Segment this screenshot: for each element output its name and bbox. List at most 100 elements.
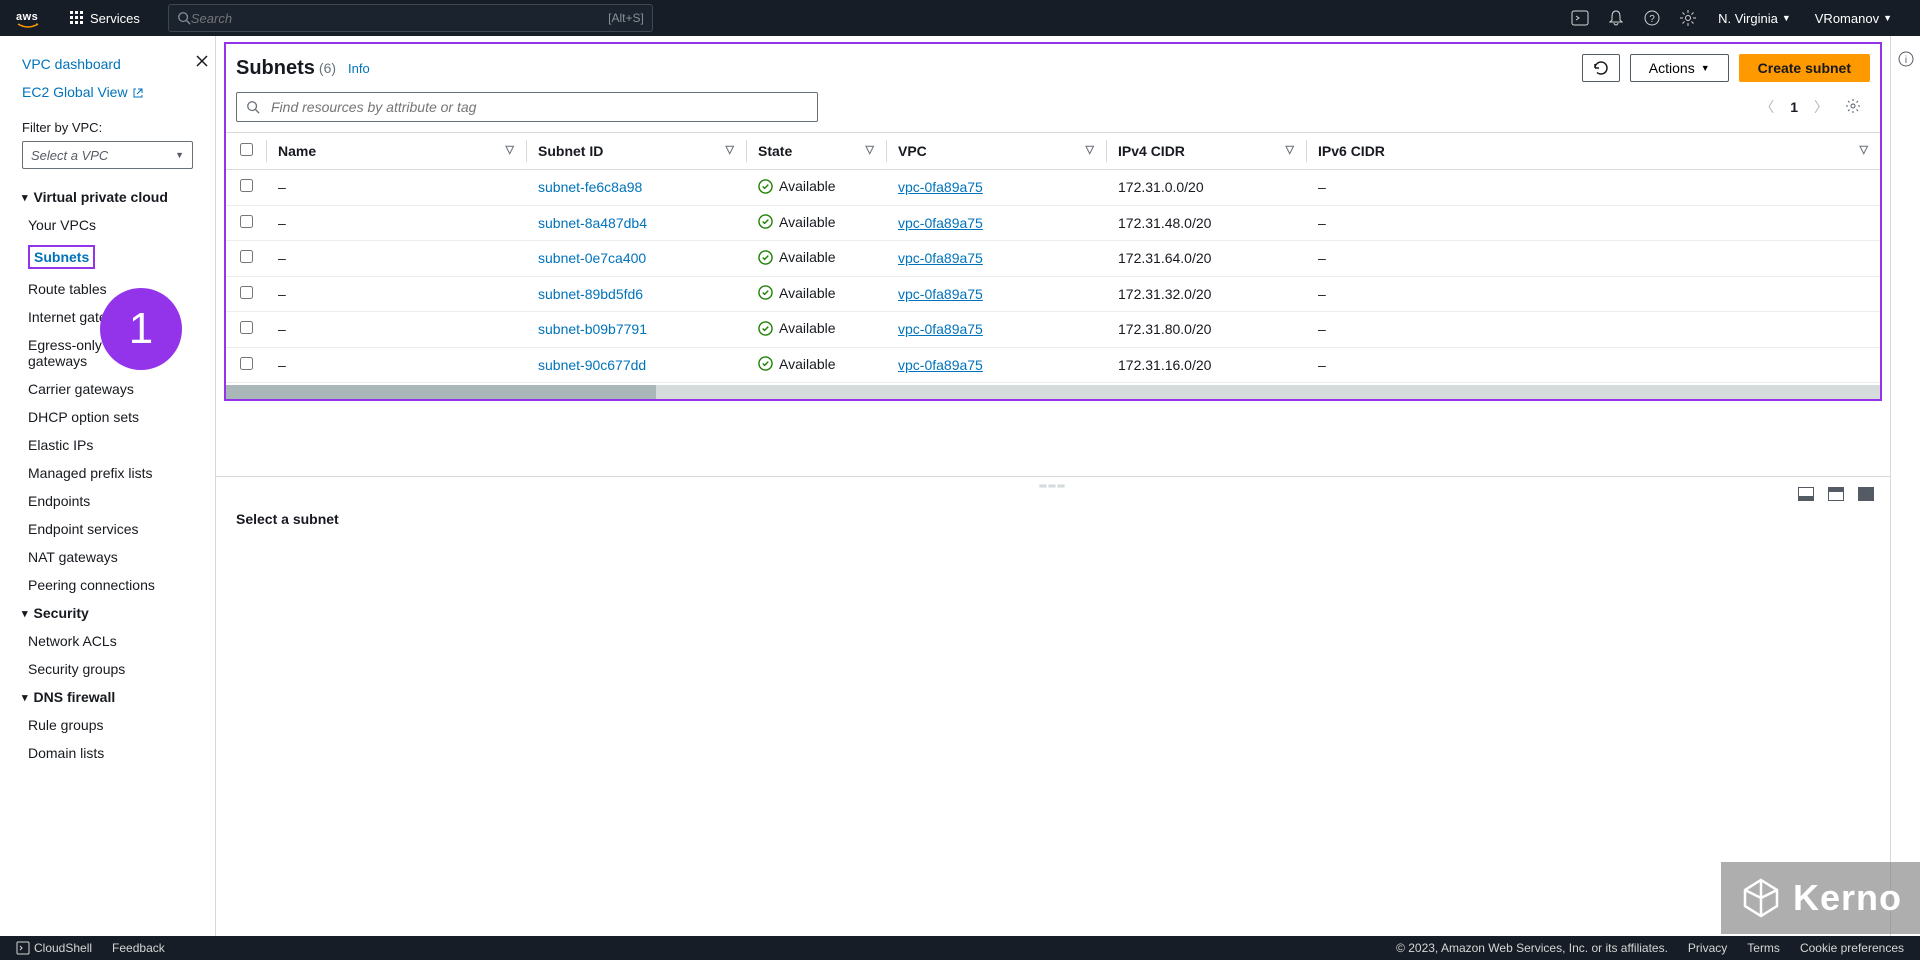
subnet-id-link[interactable]: subnet-0e7ca400 [538, 250, 646, 266]
table-row[interactable]: – subnet-8a487db4 Available vpc-0fa89a75… [226, 205, 1880, 241]
account-menu[interactable]: VRomanov▼ [1803, 11, 1904, 26]
sidebar-item-peering[interactable]: Peering connections [0, 571, 215, 599]
create-subnet-button[interactable]: Create subnet [1739, 54, 1870, 82]
cell-ipv6: – [1306, 170, 1880, 206]
terms-link[interactable]: Terms [1747, 941, 1780, 955]
sidebar-item-security-groups[interactable]: Security groups [0, 655, 215, 683]
table-row[interactable]: – subnet-b09b7791 Available vpc-0fa89a75… [226, 312, 1880, 348]
kerno-logo-icon [1739, 876, 1783, 920]
actions-button[interactable]: Actions▼ [1630, 54, 1729, 82]
cell-ipv4: 172.31.80.0/20 [1106, 312, 1306, 348]
col-ipv6[interactable]: IPv6 CIDR [1318, 143, 1385, 159]
feedback-link[interactable]: Feedback [112, 941, 165, 955]
global-search[interactable]: [Alt+S] [168, 4, 653, 32]
filter-icon[interactable]: ▽ [726, 143, 734, 156]
subnets-panel-highlight: Subnets (6) Info Actions▼ Create subnet … [224, 42, 1882, 401]
cloudshell-link[interactable]: CloudShell [16, 941, 92, 956]
horizontal-scrollbar[interactable] [226, 385, 1880, 399]
terminal-icon [16, 941, 30, 955]
vpc-filter-select[interactable]: Select a VPC▼ [22, 141, 193, 169]
filter-icon[interactable]: ▽ [1860, 143, 1868, 156]
col-name[interactable]: Name [278, 143, 316, 159]
refresh-icon [1593, 60, 1609, 76]
vpc-link[interactable]: vpc-0fa89a75 [898, 250, 983, 266]
refresh-button[interactable] [1582, 54, 1620, 82]
subnet-id-link[interactable]: subnet-90c677dd [538, 357, 646, 373]
resize-handle[interactable]: ═══ [1039, 481, 1066, 492]
cell-ipv4: 172.31.32.0/20 [1106, 276, 1306, 312]
filter-icon[interactable]: ▽ [1086, 143, 1094, 156]
subnet-id-link[interactable]: subnet-b09b7791 [538, 321, 647, 337]
filter-icon[interactable]: ▽ [506, 143, 514, 156]
section-dns-firewall[interactable]: DNS firewall [0, 683, 215, 711]
col-vpc[interactable]: VPC [898, 143, 927, 159]
table-row[interactable]: – subnet-0e7ca400 Available vpc-0fa89a75… [226, 241, 1880, 277]
section-vpc[interactable]: Virtual private cloud [0, 183, 215, 211]
sidebar-item-network-acls[interactable]: Network ACLs [0, 627, 215, 655]
state-badge: Available [758, 214, 836, 230]
select-all-checkbox[interactable] [240, 143, 253, 156]
table-settings-button[interactable] [1844, 97, 1862, 118]
filter-icon[interactable]: ▽ [1286, 143, 1294, 156]
page-number: 1 [1790, 99, 1798, 115]
col-state[interactable]: State [758, 143, 792, 159]
layout-bottom-icon[interactable] [1798, 487, 1814, 501]
subnet-id-link[interactable]: subnet-8a487db4 [538, 215, 647, 231]
table-row[interactable]: – subnet-89bd5fd6 Available vpc-0fa89a75… [226, 276, 1880, 312]
sidebar-item-domain-lists[interactable]: Domain lists [0, 739, 215, 767]
section-security[interactable]: Security [0, 599, 215, 627]
filter-icon[interactable]: ▽ [866, 143, 874, 156]
cloudshell-icon[interactable] [1562, 9, 1598, 27]
privacy-link[interactable]: Privacy [1688, 941, 1727, 955]
info-link[interactable]: Info [348, 61, 370, 76]
aws-logo[interactable]: aws [16, 6, 40, 30]
sidebar-item-prefix-lists[interactable]: Managed prefix lists [0, 459, 215, 487]
prev-page-button[interactable]: 〈 [1760, 97, 1774, 117]
resource-filter-input[interactable] [236, 92, 818, 122]
sidebar-item-elastic-ips[interactable]: Elastic IPs [0, 431, 215, 459]
sidebar-item-subnets[interactable]: Subnets [0, 239, 215, 275]
sidebar-item-route-tables[interactable]: Route tables [0, 275, 215, 303]
sidebar-item-endpoints[interactable]: Endpoints [0, 487, 215, 515]
layout-top-icon[interactable] [1828, 487, 1844, 501]
state-badge: Available [758, 178, 836, 194]
col-subnet-id[interactable]: Subnet ID [538, 143, 603, 159]
cookie-prefs-link[interactable]: Cookie preferences [1800, 941, 1904, 955]
vpc-dashboard-link[interactable]: VPC dashboard [22, 50, 193, 78]
vpc-link[interactable]: vpc-0fa89a75 [898, 321, 983, 337]
row-checkbox[interactable] [240, 321, 253, 334]
next-page-button[interactable]: 〉 [1814, 97, 1828, 117]
subnet-id-link[interactable]: subnet-fe6c8a98 [538, 179, 642, 195]
ec2-global-view-link[interactable]: EC2 Global View [22, 78, 193, 106]
vpc-link[interactable]: vpc-0fa89a75 [898, 179, 983, 195]
sidebar-item-dhcp[interactable]: DHCP option sets [0, 403, 215, 431]
layout-full-icon[interactable] [1858, 487, 1874, 501]
grid-icon [70, 11, 84, 25]
sidebar-item-your-vpcs[interactable]: Your VPCs [0, 211, 215, 239]
sidebar-item-rule-groups[interactable]: Rule groups [0, 711, 215, 739]
search-input[interactable] [191, 11, 608, 26]
row-checkbox[interactable] [240, 179, 253, 192]
subnet-count: (6) [319, 60, 336, 76]
help-icon[interactable]: ? [1634, 9, 1670, 27]
sidebar-item-nat-gateways[interactable]: NAT gateways [0, 543, 215, 571]
info-rail-icon[interactable]: i [1897, 50, 1915, 71]
sidebar-item-carrier-gateways[interactable]: Carrier gateways [0, 375, 215, 403]
region-selector[interactable]: N. Virginia▼ [1706, 11, 1803, 26]
vpc-link[interactable]: vpc-0fa89a75 [898, 357, 983, 373]
row-checkbox[interactable] [240, 250, 253, 263]
sidebar-item-endpoint-services[interactable]: Endpoint services [0, 515, 215, 543]
row-checkbox[interactable] [240, 357, 253, 370]
vpc-link[interactable]: vpc-0fa89a75 [898, 286, 983, 302]
services-menu[interactable]: Services [56, 11, 154, 26]
notifications-icon[interactable] [1598, 9, 1634, 27]
subnet-id-link[interactable]: subnet-89bd5fd6 [538, 286, 643, 302]
table-row[interactable]: – subnet-90c677dd Available vpc-0fa89a75… [226, 347, 1880, 383]
table-row[interactable]: – subnet-fe6c8a98 Available vpc-0fa89a75… [226, 170, 1880, 206]
sidebar-close-icon[interactable] [195, 54, 209, 71]
vpc-link[interactable]: vpc-0fa89a75 [898, 215, 983, 231]
row-checkbox[interactable] [240, 215, 253, 228]
row-checkbox[interactable] [240, 286, 253, 299]
settings-icon[interactable] [1670, 9, 1706, 27]
col-ipv4[interactable]: IPv4 CIDR [1118, 143, 1185, 159]
